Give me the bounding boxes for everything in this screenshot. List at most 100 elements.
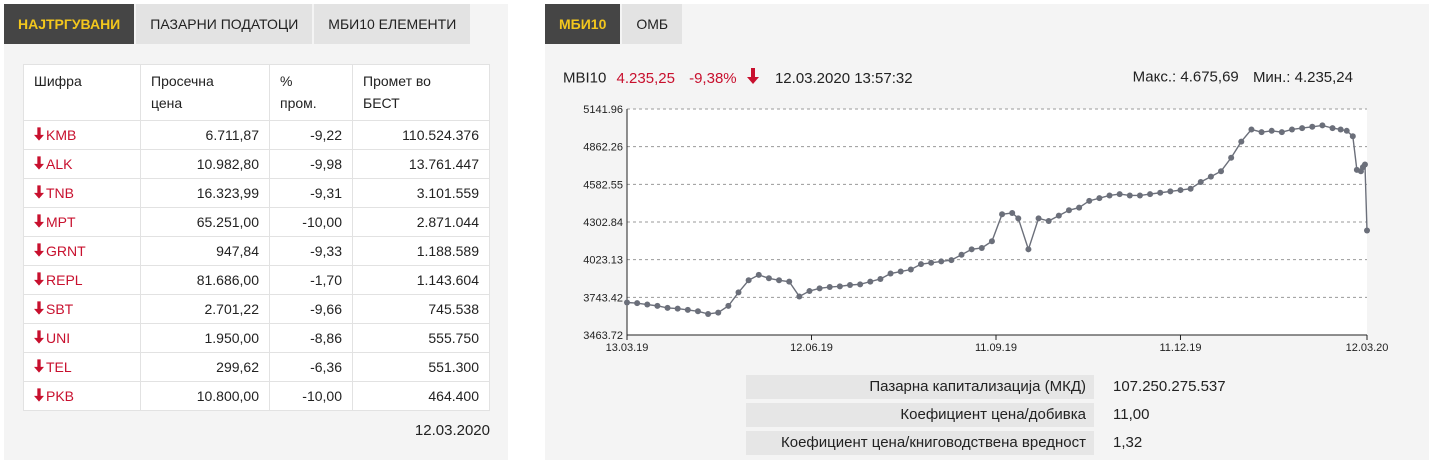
symbol-cell[interactable]: UNI <box>23 323 141 353</box>
data-point <box>958 251 965 258</box>
tab-omb[interactable]: ОМБ <box>620 4 683 44</box>
symbol-text[interactable]: SBT <box>46 301 73 317</box>
data-point <box>1309 123 1316 130</box>
data-point <box>1009 209 1016 216</box>
data-point <box>1126 192 1133 199</box>
table-row[interactable]: ALK 10.982,80 -9,98 13.761.447 <box>23 149 490 179</box>
down-arrow-icon <box>746 68 759 88</box>
data-point <box>938 258 945 265</box>
symbol-cell[interactable]: PKB <box>23 381 141 411</box>
table-row[interactable]: KMB 6.711,87 -9,22 110.524.376 <box>23 120 490 150</box>
data-point <box>1076 204 1083 211</box>
info-row: Коефициент цена/добивка 11,00 <box>746 403 1226 427</box>
turnover-cell: 13.761.447 <box>352 149 490 179</box>
x-tick-label: 13.03.19 <box>606 342 649 354</box>
change-cell: -9,98 <box>269 149 353 179</box>
index-chart: 5141.96 4862.26 4582.55 4302.84 4023.13 3743.… <box>545 99 1429 359</box>
price-cell: 6.711,87 <box>140 120 270 150</box>
table-row[interactable]: SBT 2.701,22 -9,66 745.538 <box>23 294 490 324</box>
change-cell: -8,86 <box>269 323 353 353</box>
data-point <box>654 302 661 309</box>
symbol-cell[interactable]: ALK <box>23 149 141 179</box>
data-point <box>1207 173 1214 180</box>
data-point <box>917 261 924 268</box>
table-row[interactable]: GRNT 947,84 -9,33 1.188.589 <box>23 236 490 266</box>
price-cell: 16.323,99 <box>140 178 270 208</box>
data-point <box>928 259 935 266</box>
symbol-text[interactable]: MPT <box>46 214 76 230</box>
symbol-cell[interactable]: TNB <box>23 178 141 208</box>
data-point <box>705 310 712 317</box>
right-tab-bar-spacer <box>682 4 1429 44</box>
data-point <box>806 288 813 295</box>
data-point <box>1116 191 1123 198</box>
data-point <box>1096 195 1103 202</box>
tab-mbi10[interactable]: МБИ10 <box>545 4 621 44</box>
table-row[interactable]: REPL 81.686,00 -1,70 1.143.604 <box>23 265 490 295</box>
data-point <box>1343 127 1350 134</box>
symbol-text[interactable]: KMB <box>46 127 76 143</box>
data-point <box>776 277 783 284</box>
x-tick-label: 11.12.19 <box>1159 342 1201 354</box>
header-avg-price-text: Просечна цена <box>151 73 214 111</box>
symbol-text[interactable]: GRNT <box>46 243 86 259</box>
turnover-cell: 555.750 <box>352 323 490 353</box>
data-point <box>786 278 793 285</box>
info-label: Коефициент цена/книговодствена вредност <box>746 431 1094 455</box>
data-point <box>765 275 772 282</box>
data-point <box>1228 154 1235 161</box>
table-row[interactable]: UNI 1.950,00 -8,86 555.750 <box>23 323 490 353</box>
change-cell: -10,00 <box>269 207 353 237</box>
symbol-text[interactable]: ALK <box>46 156 72 172</box>
x-tick-label: 12.06.19 <box>790 342 833 354</box>
info-value: 1,32 <box>1113 434 1143 451</box>
data-point <box>1364 227 1370 234</box>
data-point <box>1147 191 1154 198</box>
symbol-cell[interactable]: SBT <box>23 294 141 324</box>
symbol-cell[interactable]: KMB <box>23 120 141 150</box>
down-arrow-icon <box>34 353 44 381</box>
data-point <box>1329 125 1336 132</box>
header-turnover-text: Промет во БЕСТ <box>363 73 431 111</box>
data-point <box>1361 161 1368 168</box>
data-point <box>1248 126 1255 133</box>
tab-market-data[interactable]: ПАЗАРНИ ПОДАТОЦИ <box>134 4 315 44</box>
index-max: Макс.: 4.675,69 <box>1132 68 1239 86</box>
index-info-table: Пазарна капитализација (МКД) 107.250.275… <box>746 375 1226 459</box>
symbol-text[interactable]: TNB <box>46 185 74 201</box>
symbol-text[interactable]: PKB <box>46 388 74 404</box>
tab-mbi10-components[interactable]: МБИ10 ЕЛЕМЕНТИ <box>314 4 471 44</box>
data-point <box>877 275 884 282</box>
symbol-cell[interactable]: REPL <box>23 265 141 295</box>
symbol-cell[interactable]: MPT <box>23 207 141 237</box>
table-row[interactable]: TEL 299,62 -6,36 551.300 <box>23 352 490 382</box>
symbol-text[interactable]: REPL <box>46 272 83 288</box>
tab-most-traded[interactable]: НАЈТРГУВАНИ <box>4 4 135 44</box>
price-cell: 947,84 <box>140 236 270 266</box>
index-name: МВI10 <box>563 69 607 87</box>
data-point <box>745 277 752 284</box>
data-point <box>836 283 843 290</box>
data-point <box>867 278 874 285</box>
symbol-cell[interactable]: TEL <box>23 352 141 382</box>
table-row[interactable]: MPT 65.251,00 -10,00 2.871.044 <box>23 207 490 237</box>
header-avg-price: Просечна цена <box>140 64 270 121</box>
data-point <box>857 281 864 288</box>
data-point <box>664 304 671 311</box>
change-cell: -9,66 <box>269 294 353 324</box>
table-row[interactable]: PKB 10.800,00 -10,00 464.400 <box>23 381 490 411</box>
data-point <box>1197 178 1204 185</box>
symbol-text[interactable]: TEL <box>46 359 72 375</box>
change-cell: -10,00 <box>269 381 353 411</box>
data-point <box>624 299 630 306</box>
data-point <box>1238 138 1245 145</box>
info-row: Коефициент цена/книговодствена вредност … <box>746 431 1226 455</box>
data-point <box>644 301 651 308</box>
symbol-cell[interactable]: GRNT <box>23 236 141 266</box>
y-tick-label: 4302.84 <box>583 217 623 229</box>
y-tick-label: 3743.42 <box>583 292 623 304</box>
price-cell: 65.251,00 <box>140 207 270 237</box>
table-row[interactable]: TNB 16.323,99 -9,31 3.101.559 <box>23 178 490 208</box>
price-cell: 299,62 <box>140 352 270 382</box>
symbol-text[interactable]: UNI <box>46 330 70 346</box>
